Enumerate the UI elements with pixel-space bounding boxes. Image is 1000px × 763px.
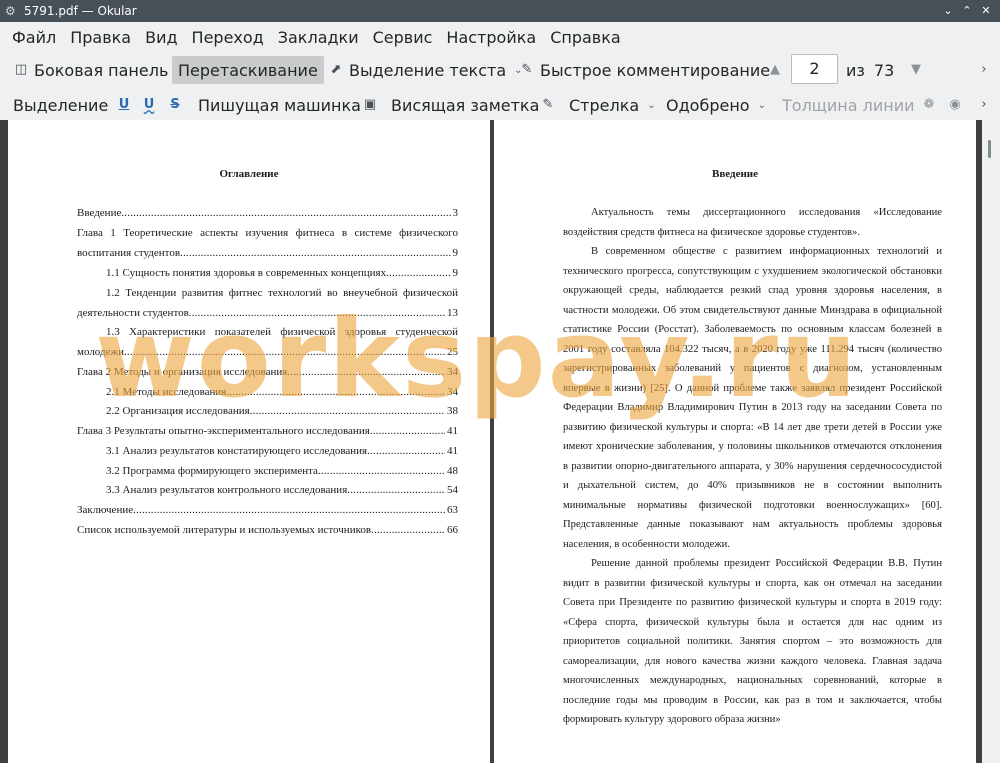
introduction-body: Актуальность темы диссертационного иссле…: [563, 203, 942, 730]
line-width-label: Толщина линии: [782, 95, 915, 115]
quick-annotate-label: Быстрое комментирование: [540, 60, 771, 80]
popup-note-button[interactable]: ▣ Висящая заметка: [362, 91, 540, 119]
chevron-right-icon: ›: [981, 62, 987, 77]
squiggle-icon: U: [143, 97, 155, 112]
next-page-button[interactable]: ▼: [908, 56, 929, 84]
vertical-scrollbar[interactable]: [982, 120, 1000, 763]
toc-entry[interactable]: 3.2 Программа формирующего эксперимента4…: [106, 462, 458, 482]
document-viewport[interactable]: Оглавление Введение3 Глава 1 Теоретическ…: [0, 120, 1000, 763]
menu-bookmarks[interactable]: Закладки: [278, 28, 359, 47]
popup-note-label: Висящая заметка: [391, 95, 540, 115]
page-of-text: из: [846, 60, 865, 80]
underline-icon: U: [118, 97, 130, 112]
squiggle-button[interactable]: U: [141, 91, 162, 119]
menu-file[interactable]: Файл: [12, 28, 56, 47]
typewriter-label: Пишущая машинка: [198, 95, 361, 115]
chevron-right-icon: ›: [981, 97, 987, 112]
toc-entry[interactable]: Глава 1 Теоретические аспекты изучения ф…: [77, 224, 458, 264]
toc-entry[interactable]: 1.1 Сущность понятия здоровья в современ…: [106, 264, 458, 284]
main-toolbar: ◫ Боковая панель Перетаскивание ⬈ Выделе…: [0, 52, 1000, 87]
arrow-label: Стрелка: [569, 95, 640, 115]
menu-view[interactable]: Вид: [145, 28, 177, 47]
chevron-down-icon[interactable]: ⌄: [758, 100, 766, 111]
annotation-toolbar: Выделение U U S Пишущая машинка ▣ Висяща…: [0, 87, 1000, 122]
toc-entry[interactable]: Заключение63: [77, 501, 458, 521]
menu-go[interactable]: Переход: [192, 28, 264, 47]
stamp-button[interactable]: Одобрено ⌄: [666, 91, 766, 119]
palette-icon: ❁: [923, 97, 935, 112]
menu-settings[interactable]: Настройка: [446, 28, 536, 47]
previous-page-button[interactable]: ▲: [767, 56, 788, 84]
browse-drag-label: Перетаскивание: [178, 60, 318, 80]
introduction-heading: Введение: [711, 168, 759, 180]
toc-entry[interactable]: 2.2 Организация исследования38: [106, 402, 458, 422]
paragraph: В современном обществе с развитием инфор…: [563, 246, 942, 550]
pen-icon: ✎: [521, 62, 533, 77]
chevron-down-icon[interactable]: ⌄: [647, 100, 655, 111]
highlight-label: Выделение: [13, 95, 109, 115]
sidebar-button-label: Боковая панель: [34, 60, 169, 80]
sidebar-button[interactable]: ◫ Боковая панель: [13, 56, 169, 84]
toolbar-overflow-button[interactable]: ›: [976, 56, 997, 84]
typewriter-button[interactable]: Пишущая машинка: [198, 91, 361, 119]
sidebar-icon: ◫: [14, 62, 28, 77]
toc-entry[interactable]: Глава 2 Методы и организация исследовани…: [77, 363, 458, 383]
highlight-button[interactable]: Выделение: [13, 91, 108, 119]
page-number-input[interactable]: 2: [791, 54, 838, 84]
underline-button[interactable]: U: [116, 91, 137, 119]
maximize-icon[interactable]: ⌃: [959, 3, 975, 19]
text-selection-label: Выделение текста: [349, 60, 507, 80]
toc-entry[interactable]: Глава 3 Результаты опытно-эксперименталь…: [77, 422, 458, 442]
okular-app-icon: ⚙: [5, 4, 16, 18]
pdf-page-introduction: Введение Актуальность темы диссертационн…: [494, 120, 976, 763]
toc-entry[interactable]: 3.1 Анализ результатов констатирующего и…: [106, 442, 458, 462]
toc-heading: Оглавление: [219, 168, 279, 180]
window-title: 5791.pdf — Okular: [24, 4, 137, 18]
paragraph: Решение данной проблемы президент Россий…: [563, 558, 942, 725]
toc-entry[interactable]: 2.1 Методы исследования34: [106, 383, 458, 403]
scrollbar-thumb[interactable]: [988, 140, 991, 158]
toc-entry[interactable]: Список используемой литературы и использ…: [77, 521, 458, 541]
page-of-label: из 73: [846, 56, 894, 84]
fill-color-button[interactable]: ◉: [947, 91, 968, 119]
close-icon[interactable]: ✕: [978, 3, 994, 19]
toc-entry[interactable]: 1.3 Характеристики показателей физическо…: [77, 323, 458, 363]
menubar: Файл Правка Вид Переход Закладки Сервис …: [0, 22, 1000, 52]
paragraph: Актуальность темы диссертационного иссле…: [563, 207, 942, 238]
line-width-control[interactable]: Толщина линии: [782, 91, 915, 119]
quick-annotate-button[interactable]: ✎ Быстрое комментирование: [519, 56, 771, 84]
menu-help[interactable]: Справка: [550, 28, 621, 47]
pdf-page-toc: Оглавление Введение3 Глава 1 Теоретическ…: [8, 120, 490, 763]
note-icon: ▣: [363, 97, 377, 112]
page-total: 73: [873, 60, 895, 80]
strikeout-icon: S: [170, 97, 180, 112]
toolbar-overflow-button[interactable]: ›: [976, 91, 997, 119]
color-button[interactable]: ❁: [921, 91, 942, 119]
toc-entry[interactable]: 1.2 Тенденции развития фитнес технологий…: [77, 284, 458, 324]
next-page-icon: ▼: [911, 62, 921, 77]
brush-icon: ✎: [542, 97, 554, 112]
arrow-button[interactable]: ✎ Стрелка ⌄: [540, 91, 656, 119]
cursor-icon: ⬈: [330, 62, 342, 77]
menu-edit[interactable]: Правка: [70, 28, 131, 47]
minimize-icon[interactable]: ⌄: [940, 3, 956, 19]
window-titlebar: ⚙ 5791.pdf — Okular ⌄ ⌃ ✕: [0, 0, 1000, 22]
toc-entry[interactable]: 3.3 Анализ результатов контрольного иссл…: [106, 481, 458, 501]
browse-drag-button[interactable]: Перетаскивание: [172, 56, 324, 84]
previous-page-icon: ▲: [770, 62, 780, 77]
strikeout-button[interactable]: S: [167, 91, 188, 119]
toc-entry[interactable]: Введение3: [77, 204, 458, 224]
text-selection-button[interactable]: ⬈ Выделение текста ⌄: [328, 56, 523, 84]
paint-icon: ◉: [949, 97, 961, 112]
menu-tools[interactable]: Сервис: [373, 28, 433, 47]
stamp-label: Одобрено: [666, 95, 750, 115]
